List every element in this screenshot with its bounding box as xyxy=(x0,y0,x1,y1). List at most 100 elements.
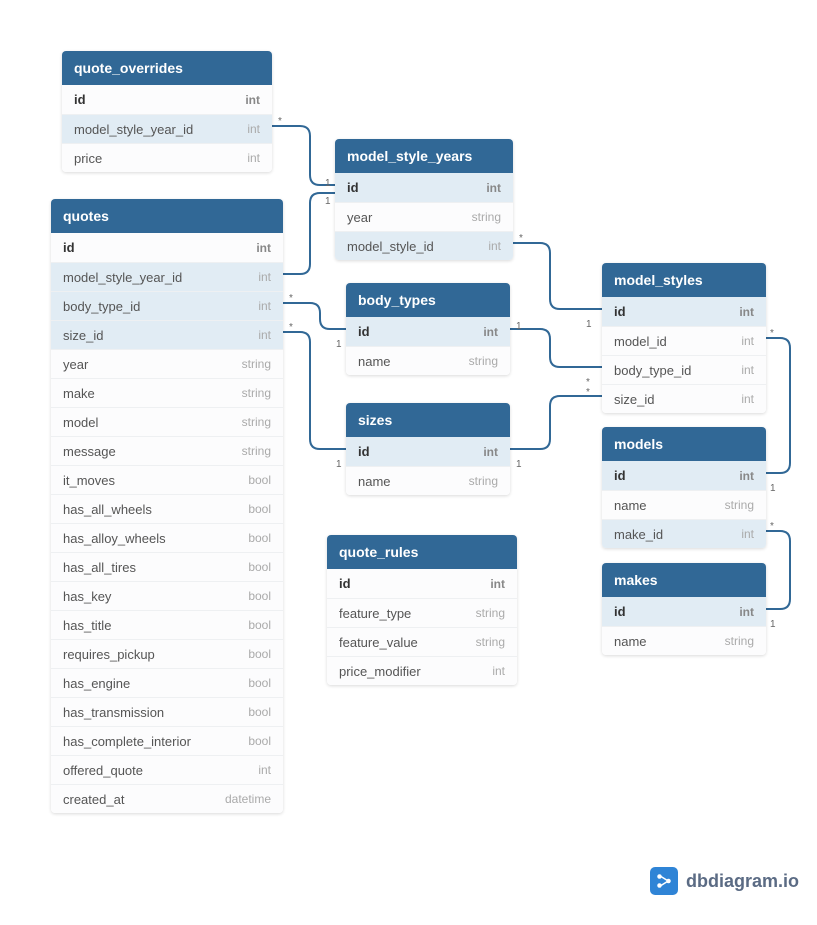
table-header[interactable]: quote_rules xyxy=(327,535,517,569)
column-name: model_style_year_id xyxy=(74,122,193,137)
column-type: int xyxy=(741,334,754,348)
column-type: int xyxy=(247,122,260,136)
table-row[interactable]: price_modifierint xyxy=(327,656,517,685)
table-row[interactable]: idint xyxy=(51,233,283,262)
table-row[interactable]: namestring xyxy=(346,346,510,375)
table-row[interactable]: messagestring xyxy=(51,436,283,465)
column-type: bool xyxy=(248,473,271,487)
table-header[interactable]: model_styles xyxy=(602,263,766,297)
table-row[interactable]: make_idint xyxy=(602,519,766,548)
column-type: bool xyxy=(248,502,271,516)
column-name: has_engine xyxy=(63,676,130,691)
column-name: body_type_id xyxy=(614,363,691,378)
table-header[interactable]: model_style_years xyxy=(335,139,513,173)
table-models[interactable]: modelsidintnamestringmake_idint xyxy=(602,427,766,548)
table-model_styles[interactable]: model_stylesid int model_id int body_type_id… xyxy=(602,263,766,413)
table-row[interactable]: priceint xyxy=(62,143,272,172)
table-row[interactable]: body_type_idint xyxy=(602,355,766,384)
table-row[interactable]: model_style_year_idint xyxy=(51,262,283,291)
table-row[interactable]: has_alloy_wheelsbool xyxy=(51,523,283,552)
table-quote_overrides[interactable]: quote_overridesid int model_style_year_id i… xyxy=(62,51,272,172)
column-type: int xyxy=(483,325,498,339)
table-sizes[interactable]: sizesidintnamestring xyxy=(346,403,510,495)
column-name: id xyxy=(614,304,626,319)
table-row[interactable]: idint xyxy=(327,569,517,598)
cardinality-label: * xyxy=(278,116,282,127)
table-row[interactable]: yearstring xyxy=(51,349,283,378)
column-name: id xyxy=(347,180,359,195)
table-row[interactable]: idint xyxy=(346,437,510,466)
table-row[interactable]: has_transmissionbool xyxy=(51,697,283,726)
table-row[interactable]: yearstring xyxy=(335,202,513,231)
table-header[interactable]: makes xyxy=(602,563,766,597)
table-header[interactable]: quotes xyxy=(51,199,283,233)
column-name: name xyxy=(358,354,391,369)
table-header[interactable]: models xyxy=(602,427,766,461)
column-name: size_id xyxy=(63,328,103,343)
table-row[interactable]: size_idint xyxy=(51,320,283,349)
column-type: int xyxy=(483,445,498,459)
table-row[interactable]: has_keybool xyxy=(51,581,283,610)
table-header[interactable]: quote_overrides xyxy=(62,51,272,85)
table-row[interactable]: feature_typestring xyxy=(327,598,517,627)
diagram-canvas[interactable]: quote_overridesidintmodel_style_year_idi… xyxy=(0,0,817,925)
cardinality-label: 1 xyxy=(336,459,342,470)
table-row[interactable]: body_type_idint xyxy=(51,291,283,320)
column-type: bool xyxy=(248,531,271,545)
table-row[interactable]: namestring xyxy=(602,490,766,519)
cardinality-label: * xyxy=(586,387,590,398)
table-quotes[interactable]: quotesidintmodel_style_year_idintbody_ty… xyxy=(51,199,283,813)
column-name: id xyxy=(614,604,626,619)
table-row[interactable]: has_enginebool xyxy=(51,668,283,697)
column-name: model_id xyxy=(614,334,667,349)
table-quote_rules[interactable]: quote_rulesidintfeature_typestringfeatur… xyxy=(327,535,517,685)
table-row[interactable]: requires_pickupbool xyxy=(51,639,283,668)
table-row[interactable]: id int xyxy=(62,85,272,114)
table-header[interactable]: sizes xyxy=(346,403,510,437)
table-row[interactable]: created_at datetime xyxy=(51,784,283,813)
table-row[interactable]: feature_value string xyxy=(327,627,517,656)
table-row[interactable]: size_idint xyxy=(602,384,766,413)
column-type: int xyxy=(739,305,754,319)
table-row[interactable]: idint xyxy=(335,173,513,202)
table-row[interactable]: it_movesbool xyxy=(51,465,283,494)
column-type: datetime xyxy=(225,792,271,806)
table-row[interactable]: has_complete_interiorbool xyxy=(51,726,283,755)
table-row[interactable]: modelstring xyxy=(51,407,283,436)
column-name: price xyxy=(74,151,102,166)
table-row[interactable]: offered_quoteint xyxy=(51,755,283,784)
table-makes[interactable]: makesidintnamestring xyxy=(602,563,766,655)
column-name: feature_value xyxy=(339,635,418,650)
table-row[interactable]: model_style_year_id int xyxy=(62,114,272,143)
table-row[interactable]: namestring xyxy=(346,466,510,495)
column-name: make_id xyxy=(614,527,663,542)
column-type: string xyxy=(476,606,505,620)
column-name: size_id xyxy=(614,392,654,407)
table-model_style_years[interactable]: model_style_yearsidintyearstringmodel_st… xyxy=(335,139,513,260)
column-name: id xyxy=(358,324,370,339)
watermark: dbdiagram.io xyxy=(650,867,799,895)
table-row[interactable]: namestring xyxy=(602,626,766,655)
table-row[interactable]: id int xyxy=(346,317,510,346)
column-name: id xyxy=(74,92,86,107)
table-row[interactable]: model_id int xyxy=(602,326,766,355)
table-row[interactable]: idint xyxy=(602,461,766,490)
table-row[interactable]: id int xyxy=(602,297,766,326)
column-name: has_key xyxy=(63,589,111,604)
column-type: string xyxy=(476,635,505,649)
table-row[interactable]: has_titlebool xyxy=(51,610,283,639)
table-row[interactable]: has_all_tiresbool xyxy=(51,552,283,581)
cardinality-label: * xyxy=(770,328,774,339)
column-type: int xyxy=(488,239,501,253)
column-type: int xyxy=(245,93,260,107)
watermark-text: dbdiagram.io xyxy=(686,871,799,892)
column-name: created_at xyxy=(63,792,124,807)
column-type: string xyxy=(242,415,271,429)
table-header[interactable]: body_types xyxy=(346,283,510,317)
table-row[interactable]: idint xyxy=(602,597,766,626)
table-row[interactable]: makestring xyxy=(51,378,283,407)
table-row[interactable]: model_style_idint xyxy=(335,231,513,260)
table-body_types[interactable]: body_typesid int namestring xyxy=(346,283,510,375)
table-row[interactable]: has_all_wheelsbool xyxy=(51,494,283,523)
column-name: name xyxy=(614,498,647,513)
